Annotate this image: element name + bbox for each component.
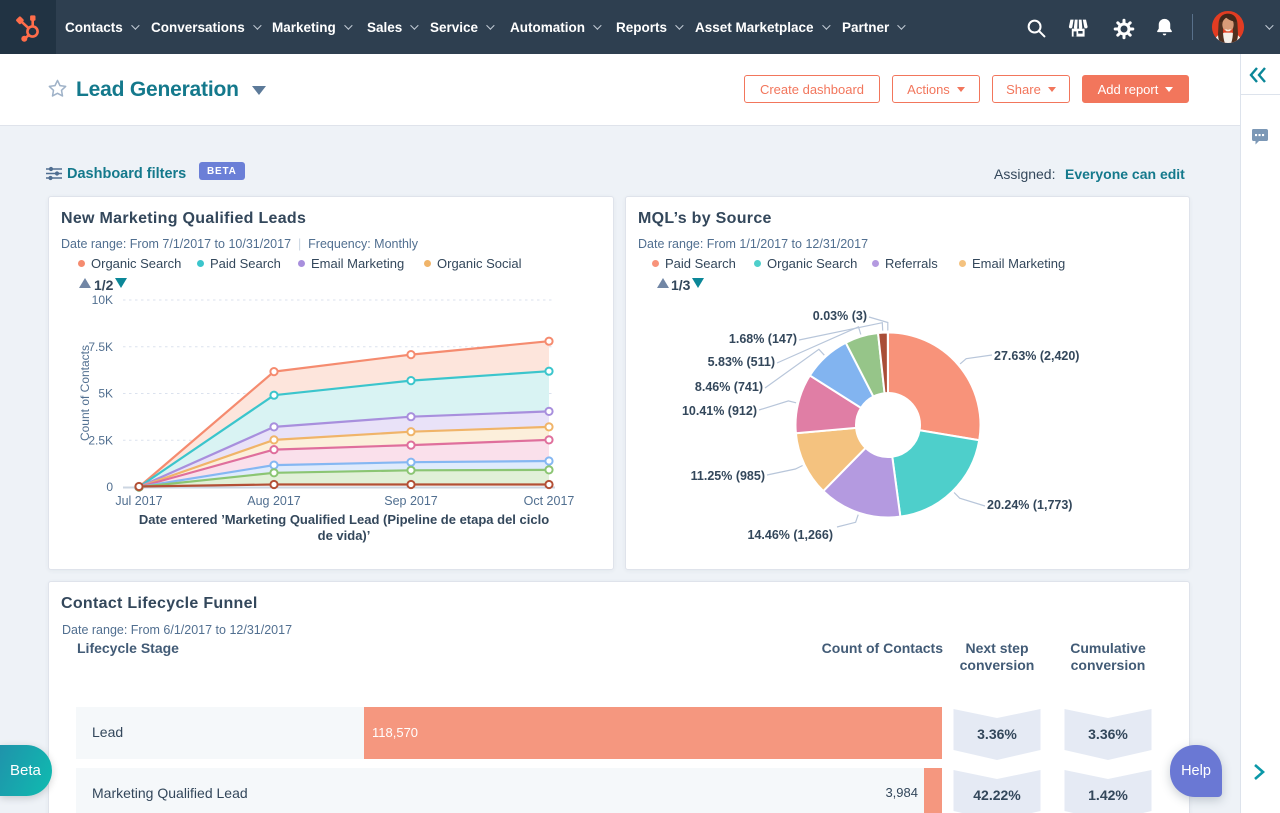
svg-text:Sep 2017: Sep 2017 xyxy=(384,494,438,508)
svg-text:14.46% (1,266): 14.46% (1,266) xyxy=(748,528,833,542)
svg-text:0: 0 xyxy=(106,480,113,494)
svg-text:7.5K: 7.5K xyxy=(88,340,113,354)
svg-text:11.25% (985): 11.25% (985) xyxy=(691,469,765,483)
svg-text:2.5K: 2.5K xyxy=(88,433,113,447)
svg-text:8.46% (741): 8.46% (741) xyxy=(695,380,763,394)
svg-text:Count of Contacts: Count of Contacts xyxy=(78,345,92,441)
svg-text:42.22%: 42.22% xyxy=(973,787,1021,803)
svg-text:5.83% (511): 5.83% (511) xyxy=(708,355,775,369)
svg-text:10.41% (912): 10.41% (912) xyxy=(682,404,757,418)
svg-text:20.24% (1,773): 20.24% (1,773) xyxy=(987,498,1072,512)
svg-text:27.63% (2,420): 27.63% (2,420) xyxy=(994,349,1079,363)
svg-text:Jul 2017: Jul 2017 xyxy=(115,494,162,508)
svg-text:10K: 10K xyxy=(92,293,113,307)
svg-text:Oct 2017: Oct 2017 xyxy=(524,494,575,508)
svg-text:5K: 5K xyxy=(98,387,113,401)
svg-text:3.36%: 3.36% xyxy=(1088,726,1128,742)
svg-text:1.42%: 1.42% xyxy=(1088,787,1128,803)
svg-text:1.68% (147): 1.68% (147) xyxy=(729,332,797,346)
svg-text:0.03% (3): 0.03% (3) xyxy=(813,309,867,323)
svg-text:Aug 2017: Aug 2017 xyxy=(247,494,301,508)
svg-text:3.36%: 3.36% xyxy=(977,726,1017,742)
